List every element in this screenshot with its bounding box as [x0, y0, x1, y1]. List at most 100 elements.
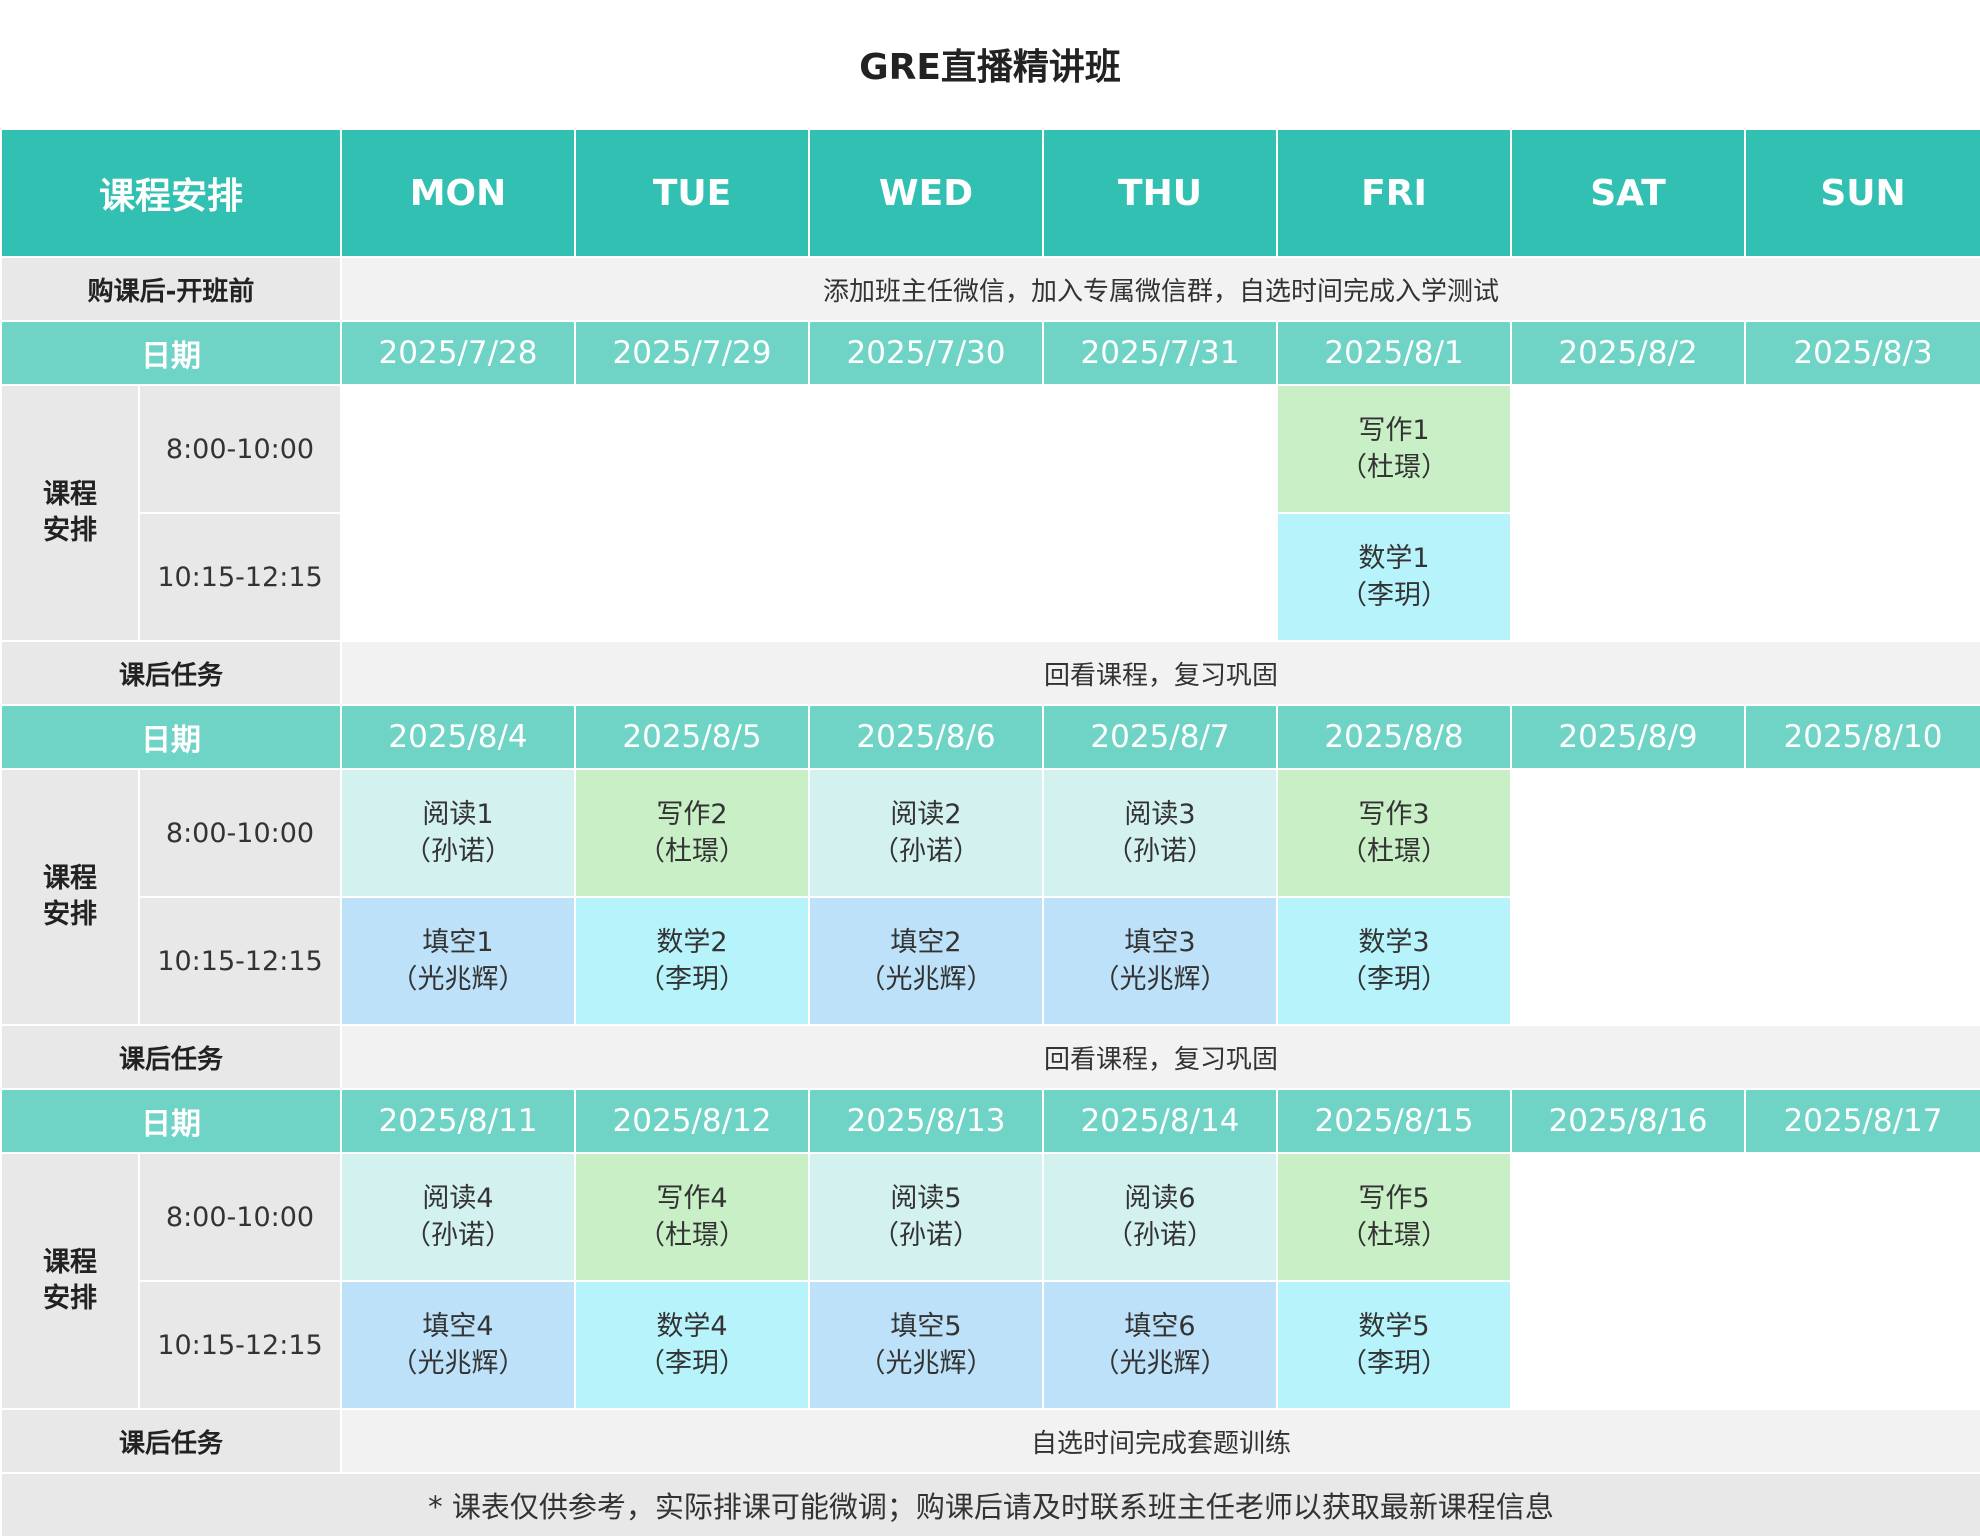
course-teacher: （光兆辉）	[858, 1348, 994, 1379]
date-cell: 2025/8/3	[1744, 320, 1980, 386]
course-cell: 阅读5 （孙诺）	[808, 1152, 1045, 1282]
course-teacher: （李玥）	[1340, 1348, 1449, 1379]
course-content: 数学4 （李玥）	[576, 1308, 808, 1382]
course-teacher: （孙诺）	[1106, 1220, 1215, 1251]
section-label-text: 课程安排	[43, 1247, 97, 1314]
course-teacher: （杜璟）	[638, 836, 747, 867]
course-cell: 填空6 （光兆辉）	[1042, 1280, 1279, 1410]
course-cell: 阅读2 （孙诺）	[808, 768, 1045, 898]
date-cell: 2025/7/31	[1042, 320, 1279, 386]
task-label: 课后任务	[0, 1024, 343, 1090]
course-cell: 数学4 （李玥）	[574, 1280, 811, 1410]
course-content: 数学5 （李玥）	[1278, 1308, 1510, 1382]
empty-cell	[1744, 896, 1980, 1026]
section-label: 课程安排	[0, 768, 140, 1026]
course-cell: 写作4 （杜璟）	[574, 1152, 811, 1282]
date-cell: 2025/8/17	[1744, 1088, 1980, 1154]
task-label: 课后任务	[0, 1408, 343, 1474]
course-content: 写作5 （杜璟）	[1278, 1180, 1510, 1254]
course-name: 填空6	[1124, 1311, 1196, 1342]
course-name: 阅读2	[890, 799, 962, 830]
date-cell: 2025/8/2	[1510, 320, 1747, 386]
course-cell: 填空1 （光兆辉）	[340, 896, 577, 1026]
course-teacher: （光兆辉）	[1092, 1348, 1228, 1379]
course-cell: 阅读3 （孙诺）	[1042, 768, 1279, 898]
empty-cell	[1510, 512, 1747, 642]
course-content: 阅读6 （孙诺）	[1044, 1180, 1276, 1254]
course-cell: 写作1 （杜璟）	[1276, 384, 1513, 514]
course-content: 写作4 （杜璟）	[576, 1180, 808, 1254]
empty-cell	[808, 384, 1045, 514]
day-header: MON	[340, 128, 577, 258]
section-label-text: 课程安排	[43, 479, 97, 546]
time-slot-row: 10:15-12:15 填空1 （光兆辉） 数学2 （李玥） 填空2 （光兆辉） 填空3 （光兆…	[1, 896, 1980, 1026]
course-teacher: （光兆辉）	[390, 964, 526, 995]
course-content: 写作2 （杜璟）	[576, 796, 808, 870]
course-name: 数学4	[656, 1311, 728, 1342]
date-cell: 2025/8/13	[808, 1088, 1045, 1154]
empty-cell	[1510, 384, 1747, 514]
date-cell: 2025/8/6	[808, 704, 1045, 770]
time-label: 8:00-10:00	[137, 768, 343, 898]
course-content: 填空4 （光兆辉）	[342, 1308, 574, 1382]
empty-cell	[340, 384, 577, 514]
course-name: 阅读3	[1124, 799, 1196, 830]
date-cell: 2025/8/9	[1510, 704, 1747, 770]
course-content: 阅读3 （孙诺）	[1044, 796, 1276, 870]
course-teacher: （李玥）	[1340, 964, 1449, 995]
course-teacher: （杜璟）	[1340, 836, 1449, 867]
day-header: FRI	[1276, 128, 1513, 258]
course-name: 写作3	[1358, 799, 1430, 830]
course-content: 数学2 （李玥）	[576, 924, 808, 998]
empty-cell	[1744, 1152, 1980, 1282]
task-text: 自选时间完成套题训练	[340, 1408, 1980, 1474]
empty-cell	[1744, 768, 1980, 898]
course-content: 填空1 （光兆辉）	[342, 924, 574, 998]
empty-cell	[574, 512, 811, 642]
empty-cell	[1744, 384, 1980, 514]
task-text: 回看课程，复习巩固	[340, 640, 1980, 706]
pre-class-row: 购课后-开班前 添加班主任微信，加入专属微信群，自选时间完成入学测试	[0, 256, 1980, 322]
header-corner: 课程安排	[0, 128, 343, 258]
course-content: 填空6 （光兆辉）	[1044, 1308, 1276, 1382]
course-name: 填空3	[1124, 927, 1196, 958]
date-cell: 2025/8/1	[1276, 320, 1513, 386]
course-teacher: （李玥）	[638, 1348, 747, 1379]
date-cell: 2025/8/8	[1276, 704, 1513, 770]
day-header: TUE	[574, 128, 811, 258]
section-label-text: 课程安排	[43, 863, 97, 930]
course-name: 数学2	[656, 927, 728, 958]
course-name: 数学3	[1358, 927, 1430, 958]
task-row: 课后任务 回看课程，复习巩固	[0, 1024, 1980, 1090]
course-cell: 写作5 （杜璟）	[1276, 1152, 1513, 1282]
course-name: 填空5	[890, 1311, 962, 1342]
date-label: 日期	[0, 1088, 343, 1154]
footnote: * 课表仅供参考，实际排课可能微调；购课后请及时联系班主任老师以获取最新课程信息	[0, 1472, 1980, 1538]
course-name: 数学1	[1358, 543, 1430, 574]
course-cell: 填空3 （光兆辉）	[1042, 896, 1279, 1026]
course-cell: 数学2 （李玥）	[574, 896, 811, 1026]
empty-cell	[340, 512, 577, 642]
course-content: 写作3 （杜璟）	[1278, 796, 1510, 870]
course-cell: 阅读4 （孙诺）	[340, 1152, 577, 1282]
course-cell: 数学1 （李玥）	[1276, 512, 1513, 642]
date-cell: 2025/8/11	[340, 1088, 577, 1154]
time-label: 8:00-10:00	[137, 1152, 343, 1282]
date-cell: 2025/7/30	[808, 320, 1045, 386]
page-title: GRE直播精讲班	[859, 47, 1121, 88]
course-teacher: （李玥）	[1340, 580, 1449, 611]
course-name: 数学5	[1358, 1311, 1430, 1342]
empty-cell	[574, 384, 811, 514]
course-teacher: （杜璟）	[1340, 452, 1449, 483]
course-cell: 写作2 （杜璟）	[574, 768, 811, 898]
section-label: 课程安排	[0, 1152, 140, 1410]
day-header: SAT	[1510, 128, 1747, 258]
course-name: 写作1	[1358, 415, 1430, 446]
course-content: 填空2 （光兆辉）	[810, 924, 1042, 998]
course-name: 阅读1	[422, 799, 494, 830]
note-row: * 课表仅供参考，实际排课可能微调；购课后请及时联系班主任老师以获取最新课程信息	[0, 1472, 1980, 1538]
empty-cell	[1510, 768, 1747, 898]
date-cell: 2025/8/5	[574, 704, 811, 770]
day-header: THU	[1042, 128, 1279, 258]
course-content: 填空5 （光兆辉）	[810, 1308, 1042, 1382]
